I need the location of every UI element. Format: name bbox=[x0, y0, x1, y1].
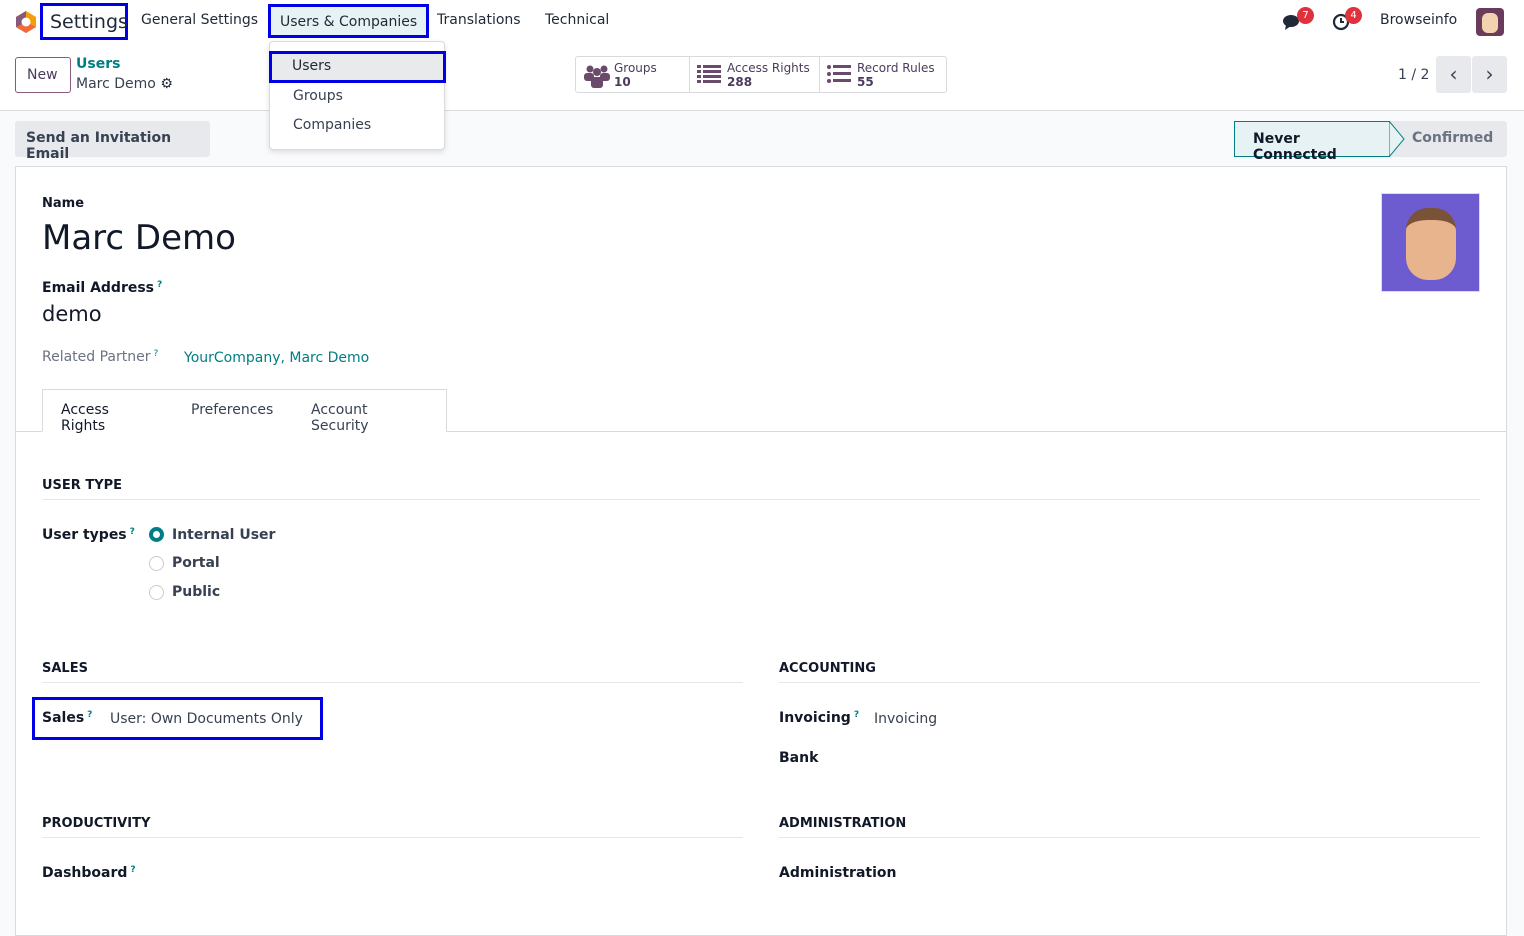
dropdown-item-groups[interactable]: Groups bbox=[293, 88, 343, 104]
user-menu-name[interactable]: Browseinfo bbox=[1380, 12, 1457, 28]
option-portal[interactable]: Portal bbox=[172, 555, 220, 571]
list-ul-icon bbox=[827, 65, 851, 83]
accounting-section-title: ACCOUNTING bbox=[779, 661, 1480, 683]
help-icon[interactable]: ? bbox=[130, 527, 135, 537]
messages-badge: 7 bbox=[1297, 7, 1314, 24]
name-field[interactable]: Marc Demo bbox=[42, 218, 236, 258]
invoicing-label: Invoicing bbox=[779, 710, 851, 726]
menu-general-settings[interactable]: General Settings bbox=[141, 12, 258, 28]
breadcrumb-current: Marc Demo ⚙ bbox=[76, 76, 173, 92]
pager-value[interactable]: 1 / 2 bbox=[1398, 67, 1429, 83]
tab-access-rights[interactable]: Access Rights bbox=[42, 389, 174, 434]
record-rules-stat-button[interactable]: Record Rules 55 bbox=[819, 56, 947, 93]
administration-label: Administration bbox=[779, 865, 897, 881]
dropdown-item-companies[interactable]: Companies bbox=[293, 117, 371, 133]
app-title[interactable]: Settings bbox=[40, 3, 128, 40]
email-field[interactable]: demo bbox=[42, 302, 102, 326]
users-companies-dropdown: Users Groups Companies bbox=[269, 41, 446, 150]
list-icon bbox=[697, 65, 721, 83]
radio-public[interactable] bbox=[149, 585, 164, 600]
breadcrumb-users[interactable]: Users bbox=[76, 56, 120, 72]
user-photo[interactable] bbox=[1381, 193, 1480, 292]
help-icon[interactable]: ? bbox=[854, 710, 859, 720]
users-group-icon bbox=[584, 65, 610, 88]
top-navbar: Settings General Settings Users & Compan… bbox=[0, 0, 1524, 44]
radio-portal[interactable] bbox=[149, 556, 164, 571]
bank-label: Bank bbox=[779, 750, 819, 766]
stage-arrow-icon bbox=[1389, 121, 1405, 157]
stage-confirmed[interactable]: Confirmed bbox=[1412, 130, 1493, 146]
new-button[interactable]: New bbox=[15, 57, 71, 93]
tab-account-security[interactable]: Account Security bbox=[293, 389, 447, 434]
help-icon[interactable]: ? bbox=[130, 865, 135, 875]
menu-translations[interactable]: Translations bbox=[437, 12, 521, 28]
name-label: Name bbox=[42, 196, 85, 211]
send-invitation-button[interactable]: Send an Invitation Email bbox=[15, 121, 210, 162]
radio-internal-user[interactable] bbox=[149, 527, 164, 542]
status-bar: Never Connected Confirmed bbox=[1234, 121, 1507, 163]
groups-stat-button[interactable]: Groups 10 bbox=[575, 56, 690, 93]
sales-label: Sales bbox=[42, 710, 85, 726]
pager-next-button[interactable]: › bbox=[1472, 56, 1507, 93]
help-icon[interactable]: ? bbox=[154, 349, 159, 359]
related-partner-label: Related Partner bbox=[42, 349, 151, 365]
access-rights-stat-button[interactable]: Access Rights 288 bbox=[689, 56, 820, 93]
administration-section-title: ADMINISTRATION bbox=[779, 816, 1480, 838]
tab-preferences[interactable]: Preferences bbox=[173, 389, 294, 432]
email-label: Email Address bbox=[42, 280, 155, 296]
sales-value[interactable]: User: Own Documents Only bbox=[110, 711, 303, 727]
invoicing-value[interactable]: Invoicing bbox=[874, 711, 937, 727]
user-types-label: User types bbox=[42, 527, 127, 543]
option-public[interactable]: Public bbox=[172, 584, 220, 600]
user-avatar[interactable] bbox=[1476, 8, 1504, 36]
menu-technical[interactable]: Technical bbox=[545, 12, 609, 28]
gear-icon[interactable]: ⚙ bbox=[160, 76, 173, 92]
dropdown-item-users[interactable]: Users bbox=[269, 51, 446, 83]
dashboard-label: Dashboard bbox=[42, 865, 128, 881]
menu-users-companies[interactable]: Users & Companies bbox=[268, 4, 430, 38]
stage-never-connected[interactable]: Never Connected bbox=[1234, 121, 1390, 163]
pager-previous-button[interactable]: ‹ bbox=[1436, 56, 1471, 93]
help-icon[interactable]: ? bbox=[87, 710, 92, 720]
user-type-section-title: USER TYPE bbox=[42, 478, 1480, 500]
option-internal-user[interactable]: Internal User bbox=[172, 527, 275, 543]
odoo-logo-icon[interactable] bbox=[14, 10, 38, 34]
related-partner-link[interactable]: YourCompany, Marc Demo bbox=[184, 350, 369, 366]
productivity-section-title: PRODUCTIVITY bbox=[42, 816, 743, 838]
help-icon[interactable]: ? bbox=[157, 280, 162, 290]
activities-badge: 4 bbox=[1345, 7, 1362, 24]
sales-section-title: SALES bbox=[42, 661, 743, 683]
